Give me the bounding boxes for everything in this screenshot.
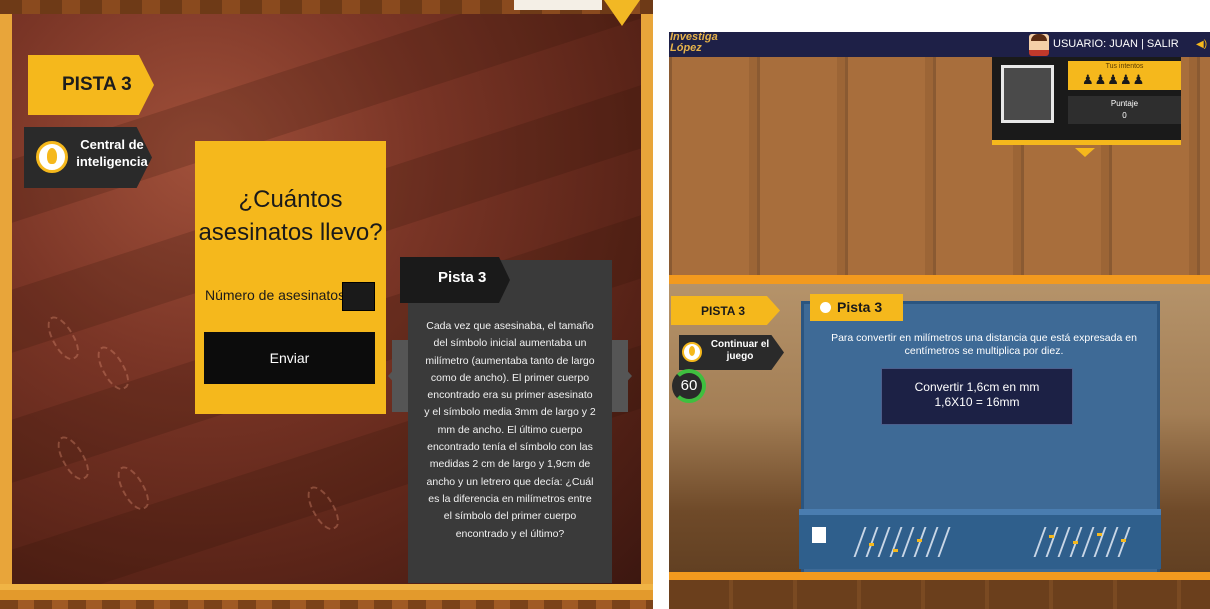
puntaje-value: 0 <box>1122 111 1127 120</box>
orange-divider <box>669 275 1210 284</box>
slider-knob <box>1097 533 1102 536</box>
player-status-panel: Tus intentos ♟♟♟♟♟ Puntaje 0 <box>992 57 1181 145</box>
slider[interactable] <box>937 527 951 557</box>
bottom-wood-strip <box>0 600 653 609</box>
asesinatos-field-label: Número de asesinatos: <box>205 287 349 303</box>
wood-floor <box>669 580 1210 609</box>
slider-knob <box>1073 541 1078 544</box>
lightbulb-icon <box>36 141 68 173</box>
arrow-right-icon[interactable] <box>612 354 632 398</box>
top-slot <box>514 0 602 10</box>
puntaje-box: Puntaje 0 <box>1068 96 1181 124</box>
puntaje-label: Puntaje <box>1110 99 1139 108</box>
intentos-box: Tus intentos ♟♟♟♟♟ <box>1068 61 1181 90</box>
slider[interactable] <box>901 527 915 557</box>
slider[interactable] <box>1117 527 1131 557</box>
hint-header: Pista 3 <box>400 257 510 303</box>
slider-knob <box>1121 539 1126 542</box>
slider[interactable] <box>853 527 867 557</box>
pista-tab-label: PISTA 3 <box>62 74 132 95</box>
slider-knob <box>1049 535 1054 538</box>
slider[interactable] <box>865 527 879 557</box>
slider-knob <box>893 549 898 552</box>
central-inteligencia-label: Central de inteligencia <box>76 137 148 169</box>
board-text: Para convertir en milímetros una distanc… <box>831 332 1137 357</box>
continuar-juego-button[interactable]: Continuar el juego <box>679 335 784 370</box>
dropdown-arrow-icon[interactable] <box>604 0 640 26</box>
right-game-screen: Investiga López USUARIO: JUAN | SALIR ◀)… <box>669 32 1210 609</box>
user-salir-link[interactable]: USUARIO: JUAN | SALIR <box>1053 38 1179 50</box>
avatar <box>1029 34 1049 56</box>
slider-knob <box>869 543 874 546</box>
dot-icon <box>820 302 831 313</box>
sound-icon[interactable]: ◀) <box>1196 39 1207 50</box>
left-game-screen: PISTA 3 Central de inteligencia ¿Cuántos… <box>0 0 653 609</box>
slider[interactable] <box>889 527 903 557</box>
slider[interactable] <box>877 527 891 557</box>
mixing-console <box>799 509 1161 569</box>
continuar-label: Continuar el juego <box>710 339 770 362</box>
slider[interactable] <box>913 527 927 557</box>
hint-title: Pista 3 <box>438 269 487 286</box>
board-title: Pista 3 <box>837 299 883 315</box>
lightbulb-icon <box>682 342 702 362</box>
photo-frame <box>1001 65 1054 123</box>
question-title: ¿Cuántos asesinatos llevo? <box>198 186 383 246</box>
user-bar: USUARIO: JUAN | SALIR <box>1025 32 1181 57</box>
slider[interactable] <box>1105 527 1119 557</box>
attempt-icons: ♟♟♟♟♟ <box>1082 72 1146 87</box>
app-logo: Investiga López <box>670 32 718 54</box>
board-title-tab: Pista 3 <box>810 294 903 321</box>
slider[interactable] <box>1033 527 1047 557</box>
arrow-left-icon[interactable] <box>388 354 408 398</box>
top-bar: Investiga López USUARIO: JUAN | SALIR ◀) <box>669 32 1210 57</box>
screen-line-2: 1,6X10 = 16mm <box>934 395 1020 409</box>
countdown-timer: 60 <box>672 369 706 403</box>
pista-tab-label: PISTA 3 <box>701 304 746 318</box>
slider[interactable] <box>1081 527 1095 557</box>
asesinatos-input[interactable] <box>342 282 375 311</box>
question-card: ¿Cuántos asesinatos llevo? Número de ase… <box>195 141 386 414</box>
conversion-screen: Convertir 1,6cm en mm 1,6X10 = 16mm <box>881 368 1073 425</box>
pista-tab: PISTA 3 <box>671 296 780 325</box>
panel-pointer-icon <box>1075 148 1095 157</box>
central-inteligencia-button[interactable]: Central de inteligencia <box>24 127 152 188</box>
hint-card: Pista 3 Cada vez que asesinaba, el tamañ… <box>400 257 612 583</box>
slider[interactable] <box>1093 527 1107 557</box>
pista-tab: PISTA 3 <box>28 55 154 115</box>
screen-line-1: Convertir 1,6cm en mm <box>914 380 1040 394</box>
floor-edge <box>669 572 1210 580</box>
slider[interactable] <box>1057 527 1071 557</box>
slider[interactable] <box>1045 527 1059 557</box>
slider-knob <box>917 539 922 542</box>
hint-body: Cada vez que asesinaba, el tamaño del sí… <box>424 320 596 540</box>
slider[interactable] <box>925 527 939 557</box>
intentos-label: Tus intentos <box>1105 63 1144 70</box>
paper-icon <box>812 527 826 543</box>
enviar-button[interactable]: Enviar <box>204 332 375 384</box>
